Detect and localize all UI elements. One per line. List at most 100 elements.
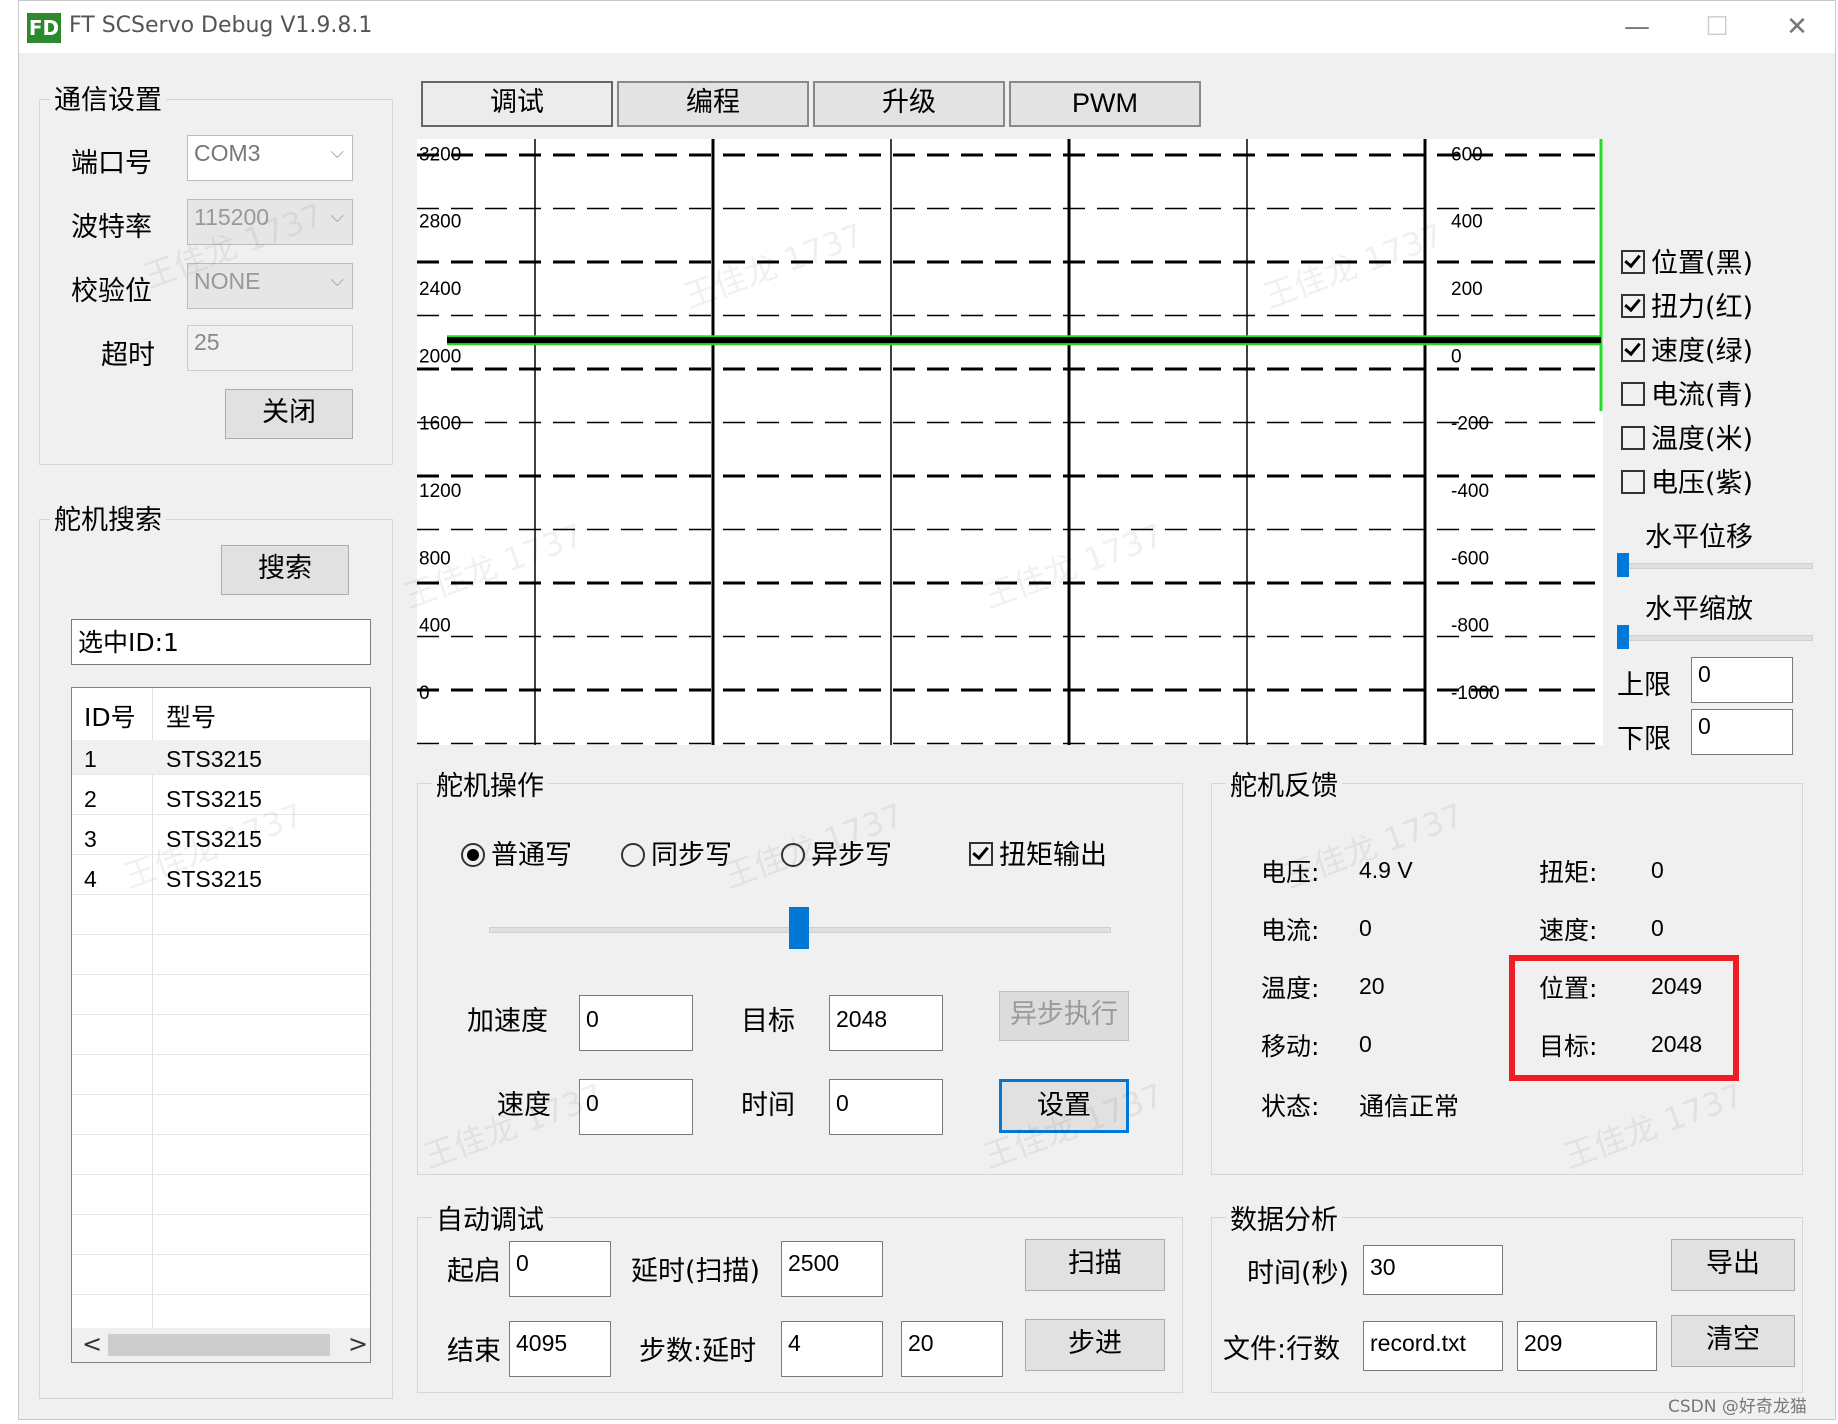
baud-select[interactable]: 115200 ⌵ <box>187 199 353 245</box>
parity-select[interactable]: NONE ⌵ <box>187 263 353 309</box>
legend-torque-checkbox[interactable]: 扭力(红) <box>1621 285 1753 324</box>
target-input[interactable]: 2048 <box>829 995 943 1051</box>
mode-async-radio[interactable]: 异步写 <box>781 833 892 872</box>
mode-normal-radio[interactable]: 普通写 <box>461 833 572 872</box>
mode-sync-radio[interactable]: 同步写 <box>621 833 732 872</box>
legend-position-checkbox[interactable]: 位置(黑) <box>1621 241 1753 280</box>
right-axis-tick: -200 <box>1451 414 1489 435</box>
list-item-empty <box>72 1260 370 1295</box>
clear-button[interactable]: 清空 <box>1671 1315 1795 1367</box>
maximize-button[interactable]: ☐ <box>1687 7 1747 47</box>
start-label: 起启 <box>447 1256 501 1287</box>
h-zoom-slider[interactable] <box>1621 635 1813 641</box>
temperature-value: 20 <box>1359 973 1385 999</box>
row-id: 1 <box>84 746 97 772</box>
row-model: STS3215 <box>166 786 262 812</box>
list-item-empty <box>72 1220 370 1255</box>
speed-input[interactable]: 0 <box>579 1079 693 1135</box>
h-zoom-slider-thumb[interactable] <box>1617 625 1629 649</box>
upper-limit-input[interactable]: 0 <box>1691 657 1793 703</box>
selected-id-display: 选中ID:1 <box>71 619 371 665</box>
accel-input[interactable]: 0 <box>579 995 693 1051</box>
left-axis-tick: 1200 <box>419 481 461 502</box>
row-model: STS3215 <box>166 826 262 852</box>
title-bar: FD FT SCServo Debug V1.9.8.1 — ☐ ✕ <box>19 1 1835 53</box>
mode-sync-label: 同步写 <box>651 840 732 871</box>
export-button[interactable]: 导出 <box>1671 1239 1795 1291</box>
list-item[interactable]: 4 STS3215 <box>72 860 370 895</box>
left-axis-tick: 2000 <box>419 346 461 367</box>
delay-input[interactable]: 2500 <box>781 1241 883 1297</box>
legend-label: 位置(黑) <box>1651 248 1754 279</box>
close-port-button[interactable]: 关闭 <box>225 389 353 439</box>
record-time-input[interactable]: 30 <box>1363 1245 1503 1295</box>
list-item[interactable]: 3 STS3215 <box>72 820 370 855</box>
data-analysis-title: 数据分析 <box>1226 1198 1342 1237</box>
tab-program[interactable]: 编程 <box>617 81 809 127</box>
torque-output-label: 扭矩输出 <box>999 840 1107 871</box>
torque-output-checkbox[interactable]: 扭矩输出 <box>969 833 1107 872</box>
horizontal-scrollbar[interactable]: < > <box>72 1328 370 1362</box>
radio-icon <box>621 843 645 867</box>
baud-label: 波特率 <box>71 212 152 243</box>
tab-pwm[interactable]: PWM <box>1009 81 1201 127</box>
comm-settings-title: 通信设置 <box>50 78 166 117</box>
left-axis-tick: 2400 <box>419 279 461 300</box>
list-item-empty <box>72 1020 370 1055</box>
minimize-button[interactable]: — <box>1607 7 1667 47</box>
legend-current-checkbox[interactable]: 电流(青) <box>1621 373 1753 412</box>
radio-icon <box>461 843 485 867</box>
status-label: 状态: <box>1261 1092 1320 1121</box>
left-axis-tick: 0 <box>419 683 430 704</box>
h-shift-slider[interactable] <box>1621 563 1813 569</box>
legend-voltage-checkbox[interactable]: 电压(紫) <box>1621 461 1753 500</box>
checkbox-icon <box>1621 338 1645 362</box>
end-input[interactable]: 4095 <box>509 1321 611 1377</box>
row-model: STS3215 <box>166 866 262 892</box>
port-select[interactable]: COM3 ⌵ <box>187 135 353 181</box>
tab-upgrade[interactable]: 升级 <box>813 81 1005 127</box>
file-name-input[interactable]: record.txt <box>1363 1321 1503 1371</box>
scrollbar-thumb[interactable] <box>108 1334 330 1356</box>
current-value: 0 <box>1359 915 1372 941</box>
list-item-empty <box>72 940 370 975</box>
radio-icon <box>781 843 805 867</box>
scroll-left-icon[interactable]: < <box>82 1330 102 1358</box>
position-slider-thumb[interactable] <box>789 907 809 949</box>
plot-area: 3200280024002000160012008004000600400200… <box>417 139 1603 745</box>
list-header: ID号 型号 <box>72 688 370 741</box>
time-label: 时间 <box>741 1090 795 1121</box>
step-button[interactable]: 步进 <box>1025 1319 1165 1371</box>
search-button[interactable]: 搜索 <box>221 545 349 595</box>
h-shift-slider-thumb[interactable] <box>1617 553 1629 577</box>
series-legend: 位置(黑) 扭力(红) 速度(绿) 电流(青) 温度(米) 电压(紫) <box>1621 241 1821 501</box>
step-count-input[interactable]: 4 <box>781 1321 883 1377</box>
legend-speed-checkbox[interactable]: 速度(绿) <box>1621 329 1753 368</box>
left-axis-tick: 2800 <box>419 212 461 233</box>
legend-temperature-checkbox[interactable]: 温度(米) <box>1621 417 1753 456</box>
list-item[interactable]: 2 STS3215 <box>72 780 370 815</box>
scan-button[interactable]: 扫描 <box>1025 1239 1165 1291</box>
async-exec-button[interactable]: 异步执行 <box>999 991 1129 1041</box>
right-axis-tick: 400 <box>1451 212 1483 233</box>
column-header-id[interactable]: ID号 <box>84 698 136 734</box>
current-label: 电流: <box>1261 916 1320 945</box>
set-button[interactable]: 设置 <box>999 1079 1129 1133</box>
lower-limit-input[interactable]: 0 <box>1691 709 1793 755</box>
timeout-input[interactable]: 25 <box>187 325 353 371</box>
tab-debug[interactable]: 调试 <box>421 81 613 127</box>
time-input[interactable]: 0 <box>829 1079 943 1135</box>
voltage-label: 电压: <box>1261 858 1320 887</box>
step-delay-input[interactable]: 20 <box>901 1321 1003 1377</box>
checkbox-icon <box>1621 294 1645 318</box>
close-button[interactable]: ✕ <box>1767 7 1827 47</box>
servo-list[interactable]: ID号 型号 1 STS3215 2 STS3215 3 STS3215 4 S… <box>71 687 371 1363</box>
start-input[interactable]: 0 <box>509 1241 611 1297</box>
right-axis-tick: 600 <box>1451 144 1483 165</box>
column-header-model[interactable]: 型号 <box>166 698 216 734</box>
scroll-right-icon[interactable]: > <box>348 1330 368 1358</box>
file-rows-label: 文件:行数 <box>1223 1334 1341 1365</box>
list-item[interactable]: 1 STS3215 <box>72 740 370 775</box>
row-count-input[interactable]: 209 <box>1517 1321 1657 1371</box>
app-window: FD FT SCServo Debug V1.9.8.1 — ☐ ✕ 通信设置 … <box>18 0 1836 1420</box>
